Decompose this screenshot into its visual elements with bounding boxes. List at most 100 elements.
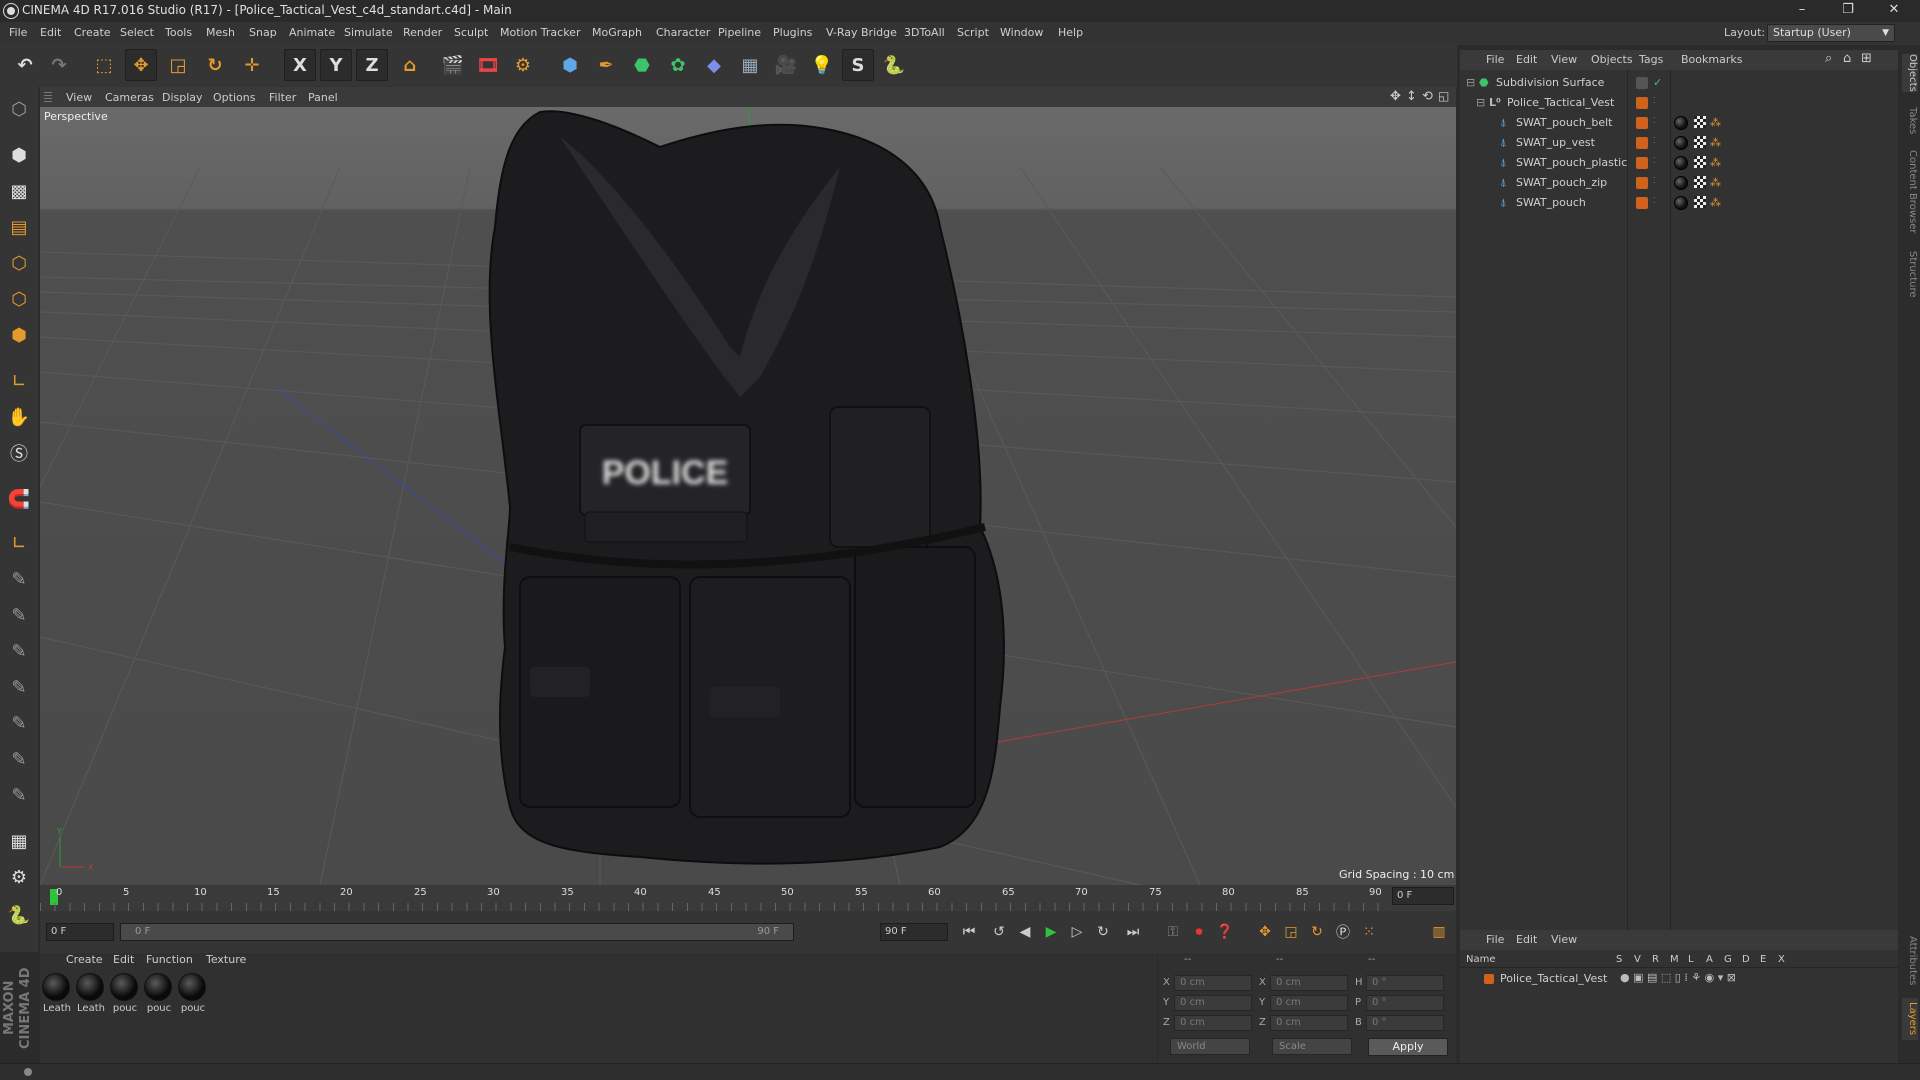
- layer-color-swatch[interactable]: [1484, 974, 1494, 984]
- menu-3dtoall[interactable]: 3DToAll: [904, 26, 945, 39]
- keyframe-selection-button[interactable]: ❓: [1214, 921, 1236, 943]
- material-swatch[interactable]: Leath: [42, 973, 72, 1019]
- key-rotation-button[interactable]: ↻: [1306, 921, 1328, 943]
- end-frame-field[interactable]: 90 F: [880, 923, 948, 941]
- snap-button[interactable]: Ⓢ: [3, 437, 35, 469]
- timeline-window-button[interactable]: ▥: [1428, 921, 1450, 943]
- size-z-field[interactable]: 0 cm: [1270, 1015, 1348, 1031]
- new-view-icon[interactable]: ⊞: [1861, 51, 1872, 66]
- brush-tool-4[interactable]: ✎: [3, 671, 35, 703]
- tweak-mode-button[interactable]: ✋: [3, 401, 35, 433]
- add-floor-button[interactable]: ▦: [734, 49, 766, 81]
- material-tag-icon[interactable]: [1674, 116, 1688, 130]
- visibility-dots-icon[interactable]: ⁚: [1653, 96, 1656, 105]
- brush-tool-1[interactable]: ✎: [3, 563, 35, 595]
- rotate-button[interactable]: ↻: [199, 49, 231, 81]
- layer-color-tag[interactable]: [1636, 197, 1648, 209]
- go-to-end-button[interactable]: ⏭: [1122, 921, 1144, 943]
- add-cloner-button[interactable]: ✿: [662, 49, 694, 81]
- material-swatch[interactable]: pouc: [110, 973, 140, 1019]
- uvw-tag-icon[interactable]: ⁂: [1710, 116, 1721, 129]
- brush-tool-2[interactable]: ✎: [3, 599, 35, 631]
- key-pla-button[interactable]: ⁙: [1358, 921, 1380, 943]
- enabled-check-icon[interactable]: ✓: [1653, 76, 1662, 89]
- tab-attributes[interactable]: Attributes: [1902, 930, 1918, 992]
- frame-range-slider[interactable]: 0 F 90 F: [120, 923, 794, 941]
- menu-select[interactable]: Select: [120, 26, 154, 39]
- visibility-dots-icon[interactable]: ⁚: [1653, 156, 1656, 165]
- axis-mode-button[interactable]: ∟: [3, 365, 35, 397]
- menu-pipeline[interactable]: Pipeline: [718, 26, 761, 39]
- menu-motion-tracker[interactable]: Motion Tracker: [500, 26, 580, 39]
- go-to-start-button[interactable]: ⏮: [958, 921, 980, 943]
- add-pen-button[interactable]: ✒: [590, 49, 622, 81]
- layer-color-tag[interactable]: [1636, 137, 1648, 149]
- objmgr-menu-edit[interactable]: Edit: [1516, 53, 1537, 66]
- workplane-mode-button[interactable]: ▤: [3, 211, 35, 243]
- next-frame-button[interactable]: ▷: [1066, 921, 1088, 943]
- size-y-field[interactable]: 0 cm: [1270, 995, 1348, 1011]
- menu-edit[interactable]: Edit: [40, 26, 61, 39]
- menu-file[interactable]: File: [9, 26, 27, 39]
- object-row-swat-up-vest[interactable]: ⍋ SWAT_up_vest ⁚ ⁂: [1460, 133, 1898, 153]
- previous-key-button[interactable]: ↺: [988, 921, 1010, 943]
- rotate-view-icon[interactable]: ⟲: [1422, 89, 1433, 104]
- material-tag-icon[interactable]: [1674, 136, 1688, 150]
- key-scale-button[interactable]: ◲: [1280, 921, 1302, 943]
- tab-content-browser[interactable]: Content Browser: [1902, 146, 1918, 238]
- render-picture-viewer-button[interactable]: 🎞: [472, 49, 504, 81]
- undo-button[interactable]: ↶: [9, 49, 41, 81]
- material-menu-create[interactable]: Create: [66, 953, 103, 966]
- record-button[interactable]: ⏺: [1188, 921, 1210, 943]
- viewport-menu-view[interactable]: View: [66, 91, 92, 104]
- material-tag-icon[interactable]: [1674, 176, 1688, 190]
- object-row-swat-pouch-plastic[interactable]: ⍋ SWAT_pouch_plastic ⁚ ⁂: [1460, 153, 1898, 173]
- layer-toggle-icons[interactable]: ● ▣ ▤ ⬚ ▯ ⁞ ⚘ ◉ ▾ ⊠: [1620, 971, 1736, 984]
- autokey-button[interactable]: ⚿: [1162, 921, 1184, 943]
- points-mode-button[interactable]: ⬡: [3, 247, 35, 279]
- objmgr-menu-tags[interactable]: Tags: [1639, 53, 1663, 66]
- x-axis-lock-button[interactable]: X: [284, 49, 316, 81]
- edit-render-settings-button[interactable]: ⚙: [507, 49, 539, 81]
- menu-window[interactable]: Window: [1000, 26, 1043, 39]
- previous-frame-button[interactable]: ◀: [1014, 921, 1036, 943]
- rotation-h-field[interactable]: 0 °: [1366, 975, 1444, 991]
- render-view-button[interactable]: 🎬: [437, 49, 469, 81]
- menu-simulate[interactable]: Simulate: [344, 26, 393, 39]
- tab-structure[interactable]: Structure: [1902, 246, 1918, 302]
- menu-script[interactable]: Script: [957, 26, 989, 39]
- size-mode-select[interactable]: Scale: [1272, 1038, 1352, 1055]
- collapse-icon[interactable]: ⊟: [1466, 76, 1475, 89]
- menu-mograph[interactable]: MoGraph: [592, 26, 642, 39]
- layout-select[interactable]: Startup (User) ▼: [1767, 24, 1895, 42]
- size-x-field[interactable]: 0 cm: [1270, 975, 1348, 991]
- scale-button[interactable]: ◲: [162, 49, 194, 81]
- viewport-menu-panel[interactable]: Panel: [308, 91, 338, 104]
- live-selection-button[interactable]: ⬚: [88, 49, 120, 81]
- locked-workplane-button[interactable]: ∟: [3, 527, 35, 559]
- menu-character[interactable]: Character: [656, 26, 710, 39]
- polygons-mode-button[interactable]: ⬢: [3, 319, 35, 351]
- uvw-tag-icon[interactable]: ⁂: [1710, 176, 1721, 189]
- menu-help[interactable]: Help: [1058, 26, 1083, 39]
- brush-tool-6[interactable]: ✎: [3, 743, 35, 775]
- layermgr-menu-edit[interactable]: Edit: [1516, 933, 1537, 946]
- position-x-field[interactable]: 0 cm: [1174, 975, 1252, 991]
- object-row-police-tactical-vest[interactable]: ⊟ L⁰ Police_Tactical_Vest ⁚: [1460, 93, 1898, 113]
- menu-mesh[interactable]: Mesh: [206, 26, 235, 39]
- layer-color-tag[interactable]: [1636, 117, 1648, 129]
- apply-button[interactable]: Apply: [1368, 1038, 1448, 1056]
- object-row-subdivision-surface[interactable]: ⊟ ⬣ Subdivision Surface ✓: [1460, 73, 1898, 93]
- add-deformer-button[interactable]: ◆: [698, 49, 730, 81]
- objmgr-menu-objects[interactable]: Objects: [1591, 53, 1633, 66]
- visibility-dots-icon[interactable]: ⁚: [1653, 116, 1656, 125]
- texture-tag-icon[interactable]: [1694, 136, 1706, 148]
- material-swatch[interactable]: pouc: [144, 973, 174, 1019]
- position-y-field[interactable]: 0 cm: [1174, 995, 1252, 1011]
- viewport-menu-options[interactable]: Options: [213, 91, 255, 104]
- uvw-tag-icon[interactable]: ⁂: [1710, 156, 1721, 169]
- layermgr-menu-file[interactable]: File: [1486, 933, 1504, 946]
- key-position-button[interactable]: ✥: [1254, 921, 1276, 943]
- zoom-view-icon[interactable]: ↕: [1406, 89, 1417, 104]
- viewport-menu-filter[interactable]: Filter: [269, 91, 296, 104]
